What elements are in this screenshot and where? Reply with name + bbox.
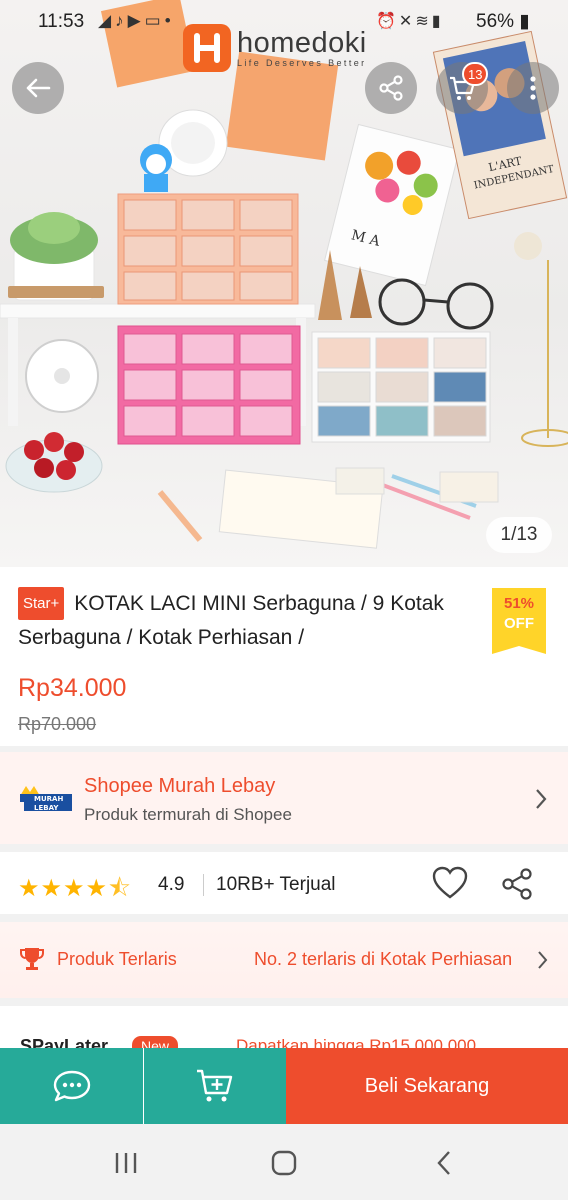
discount-percent: 51% — [503, 595, 535, 612]
product-title: Star+ KOTAK LACI MINI Serbaguna / 9 Kotak… — [18, 587, 478, 653]
chevron-right-icon — [536, 789, 547, 809]
dot-icon: • — [164, 11, 175, 30]
signal-icon: ▮ — [431, 13, 444, 30]
system-icons: ⏰✕≋▮ — [376, 11, 444, 31]
battery-level: 56% ▮ — [476, 10, 530, 33]
arrow-left-icon — [26, 78, 51, 98]
heart-icon[interactable] — [432, 866, 468, 900]
rating-stars: ★★★★⯪ — [18, 871, 132, 912]
star-icon: ★ — [40, 875, 64, 902]
spaylater-label: SPayLater — [20, 1036, 109, 1048]
system-navigation-bar — [0, 1124, 568, 1200]
brand-logo: homedoki Life Deserves Better — [183, 24, 367, 72]
current-price: Rp34.000 — [18, 674, 127, 702]
telegram-icon: ◢ — [98, 11, 116, 30]
chevron-left-icon — [437, 1151, 450, 1175]
recent-apps-icon — [115, 1153, 137, 1173]
best-seller-label: Produk Terlaris — [57, 949, 177, 969]
murah-lebay-banner[interactable]: MURAH LEBAY Shopee Murah Lebay Produk te… — [0, 752, 568, 844]
divider — [0, 998, 568, 1006]
divider — [203, 874, 204, 896]
best-seller-banner[interactable]: Produk Terlaris No. 2 terlaris di Kotak … — [0, 922, 568, 998]
add-to-cart-button[interactable] — [144, 1048, 286, 1124]
wifi-icon: ≋ — [415, 13, 432, 30]
battery-icon: ▮ — [519, 11, 530, 32]
cart-count-badge: 13 — [462, 62, 489, 86]
mute-icon: ✕ — [398, 13, 416, 30]
spaylater-row[interactable]: SPayLater New Dapatkan hingga Rp15.000.0… — [0, 1006, 568, 1048]
status-time: 11:53 — [38, 11, 85, 32]
divider — [0, 844, 568, 852]
star-plus-badge: Star+ — [18, 587, 65, 620]
alarm-icon: ⏰ — [376, 13, 399, 30]
homedoki-logo-icon — [183, 24, 231, 72]
discount-badge: 51% OFF — [492, 588, 546, 654]
image-counter: 1/13 — [486, 517, 552, 553]
rating-row: ★★★★⯪ 4.9 10RB+ Terjual — [0, 852, 568, 914]
chevron-right-icon — [538, 951, 548, 969]
youtube-icon: ▶ — [127, 11, 145, 30]
star-icon: ★ — [63, 875, 86, 902]
chat-icon — [53, 1070, 90, 1102]
murah-lebay-subtitle: Produk termurah di Shopee — [84, 805, 292, 824]
home-icon — [271, 1150, 297, 1176]
brand-tagline: Life Deserves Better — [237, 57, 367, 68]
rating-value: 4.9 — [158, 874, 185, 895]
more-vertical-icon — [530, 76, 536, 100]
divider — [0, 914, 568, 922]
battery-text: 56% — [476, 11, 515, 32]
original-price: Rp70.000 — [18, 714, 97, 734]
new-badge: New — [132, 1036, 179, 1048]
murah-lebay-logo-icon: MURAH LEBAY — [20, 786, 72, 812]
spaylater-promo: Dapatkan hingga Rp15.000.000 — [236, 1036, 477, 1048]
sold-count: 10RB+ Terjual — [216, 874, 336, 895]
buy-now-button[interactable]: Beli Sekarang — [286, 1048, 568, 1124]
svg-text:MURAH: MURAH — [34, 795, 63, 803]
product-title-text: KOTAK LACI MINI Serbaguna / 9 Kotak Serb… — [18, 592, 444, 649]
app-icon: ▭ — [144, 11, 165, 30]
back-button[interactable] — [12, 62, 64, 114]
tiktok-icon: ♪ — [115, 11, 128, 30]
share-button[interactable] — [365, 62, 417, 114]
best-seller-rank: No. 2 terlaris di Kotak Perhiasan — [254, 949, 513, 969]
share-icon[interactable] — [500, 868, 534, 900]
chat-seller-button[interactable] — [0, 1048, 143, 1124]
murah-lebay-title: Shopee Murah Lebay — [84, 775, 276, 797]
brand-name: homedoki — [237, 26, 367, 59]
svg-text:LEBAY: LEBAY — [34, 804, 59, 812]
notification-icons: ◢♪▶▭• — [98, 11, 175, 31]
trophy-icon — [20, 948, 44, 970]
bottom-action-bar: Beli Sekarang — [0, 1048, 568, 1124]
product-title-block: Star+ KOTAK LACI MINI Serbaguna / 9 Kotak… — [18, 587, 478, 653]
add-to-cart-icon — [197, 1069, 233, 1102]
share-icon — [379, 75, 403, 101]
discount-off-label: OFF — [504, 615, 534, 632]
home-button[interactable] — [264, 1146, 304, 1180]
product-image-carousel[interactable]: M A L'ART INDEPENDANT 11:53 ◢♪▶▭• ⏰✕≋▮ 5… — [0, 0, 568, 567]
more-options-button[interactable] — [507, 62, 559, 114]
star-half-icon: ⯪ — [108, 875, 132, 902]
star-icon: ★ — [85, 875, 109, 902]
recent-apps-button[interactable] — [106, 1146, 146, 1180]
back-nav-button[interactable] — [424, 1146, 464, 1180]
star-icon: ★ — [18, 875, 41, 902]
